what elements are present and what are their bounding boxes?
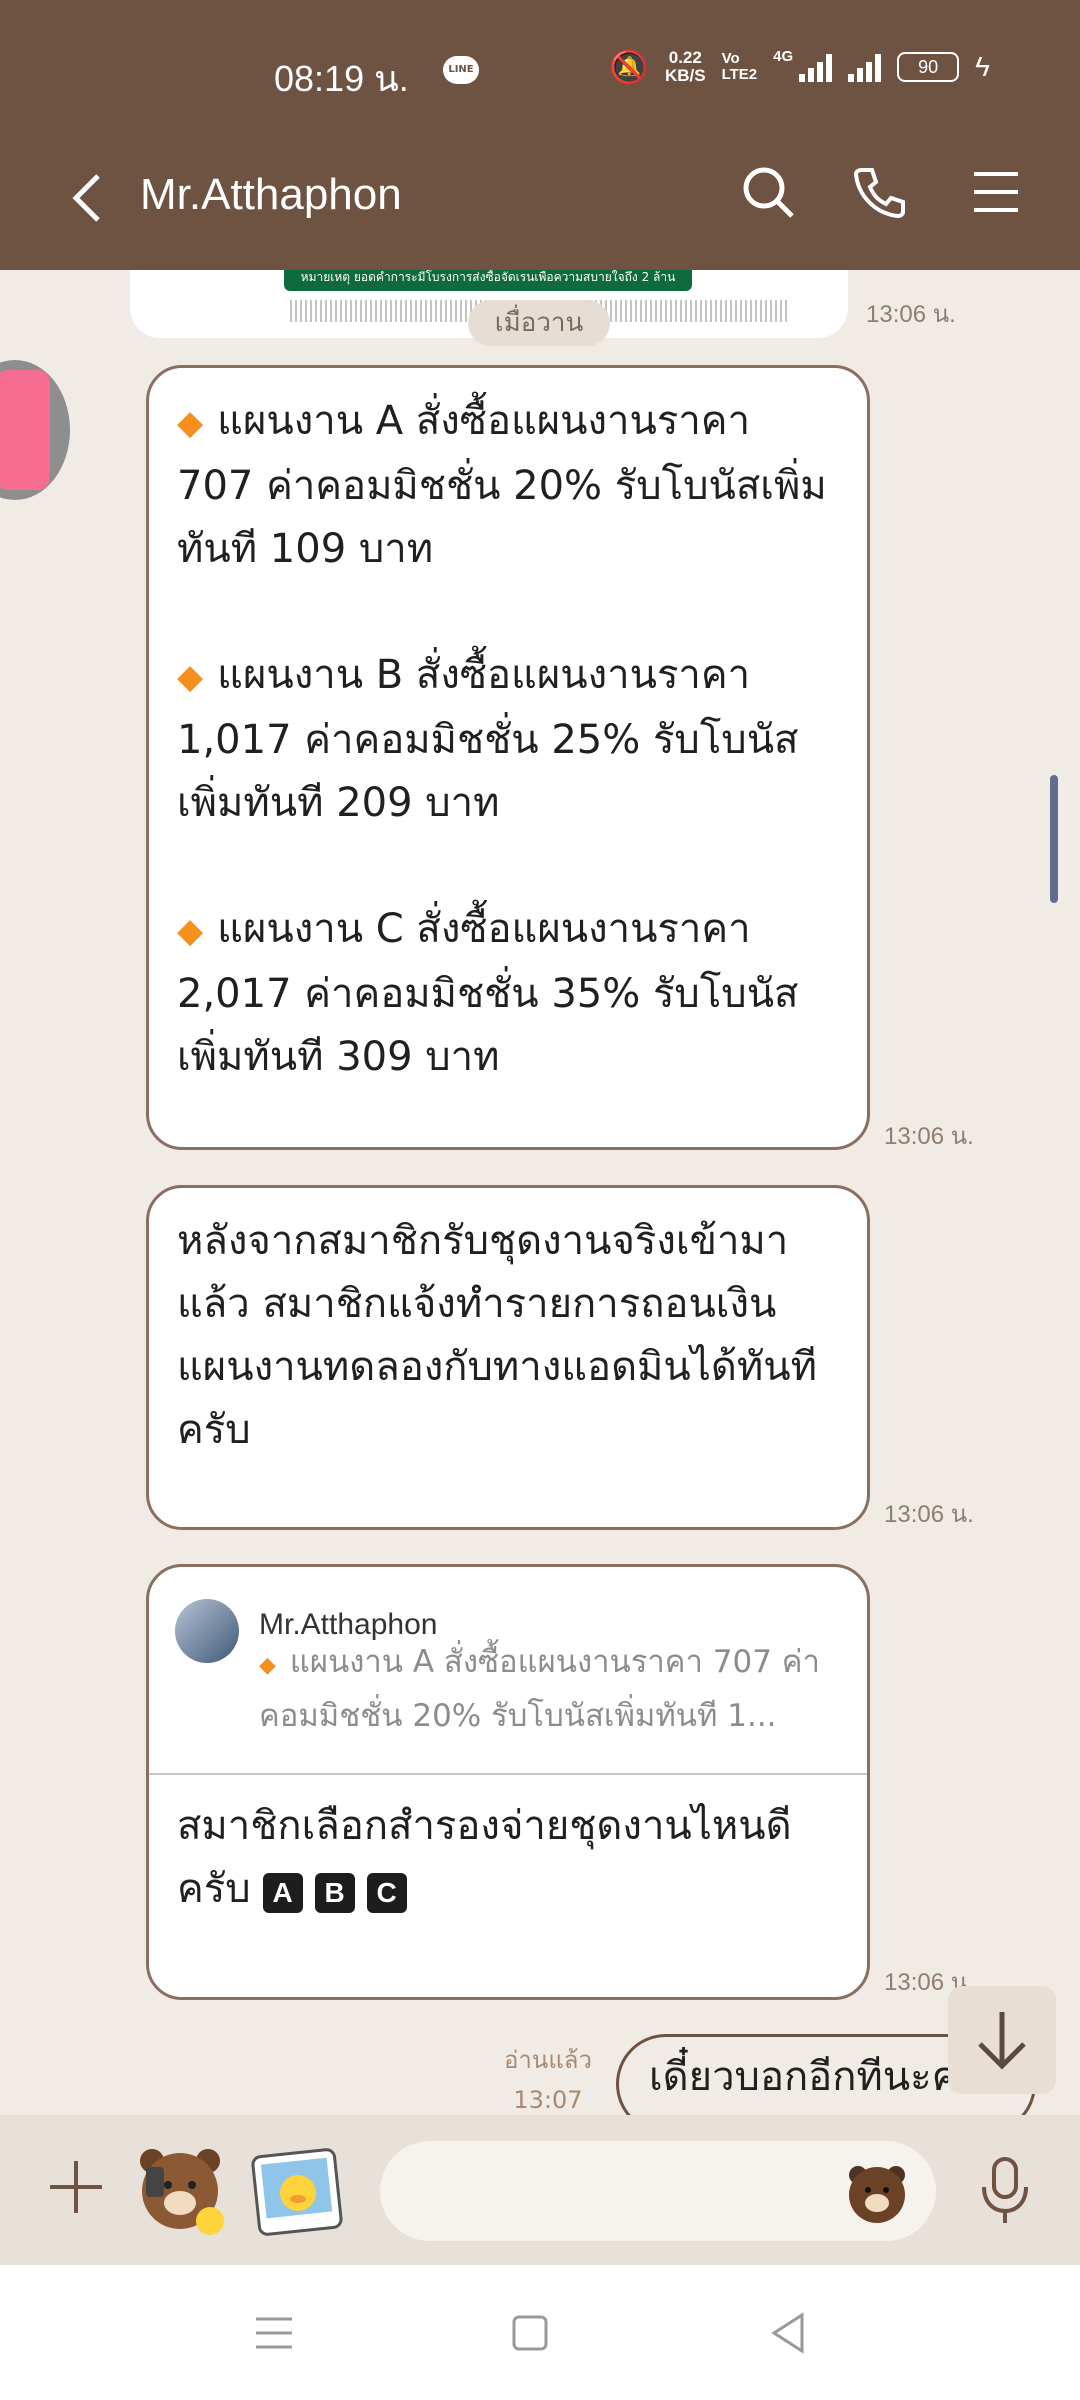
image-banner: หมายเหตุ ยอดคำการะมีโบรงการส่งซื้อจัดเรน… <box>284 270 692 291</box>
reply-message[interactable]: Mr.Atthaphon ◆ แผนงาน A สั่งซื้อแผนงานราค… <box>146 1564 870 2000</box>
diamond-icon: ◆ <box>259 1653 276 1678</box>
home-icon[interactable] <box>502 2305 558 2361</box>
scroll-down-button[interactable] <box>948 1986 1056 2094</box>
back-nav-icon[interactable] <box>760 2305 816 2361</box>
quoted-text: ◆ แผนงาน A สั่งซื้อแผนงานราคา 707 ค่าคอมม… <box>259 1644 820 1734</box>
plus-icon[interactable] <box>44 2155 108 2219</box>
plans-message[interactable]: ◆ แผนงาน A สั่งซื้อแผนงานราคา 707 ค่าคอมม… <box>146 365 870 1150</box>
microphone-icon[interactable] <box>972 2155 1038 2225</box>
chat-area[interactable]: หมายเหตุ ยอดคำการะมีโบรงการส่งซื้อจัดเรน… <box>0 270 1080 2115</box>
status-bar: 08:19 น. LINE 🔕 0.22 KB/S Vo LTE2 4G 90 … <box>0 0 1080 130</box>
reply-text: สมาชิกเลือกสำรองจ่ายชุดงานไหนดีครับ A B C <box>177 1803 792 1913</box>
chat-header: Mr.Atthaphon <box>0 130 1080 270</box>
status-time: 08:19 น. <box>274 58 409 99</box>
network-speed: 0.22 KB/S <box>664 48 706 85</box>
line-notification-icon: LINE <box>443 56 479 84</box>
battery-icon: 90 <box>897 52 960 82</box>
avatar <box>175 1599 239 1663</box>
volte-indicator: Vo LTE2 <box>721 50 758 83</box>
diamond-icon: ◆ <box>177 657 204 697</box>
mute-icon: 🔕 <box>609 49 649 85</box>
status-icons: 🔕 0.22 KB/S Vo LTE2 4G 90 ϟ <box>609 48 990 86</box>
recent-apps-icon[interactable] <box>246 2305 302 2361</box>
message-timestamp: 13:06 น. <box>866 301 956 328</box>
quoted-message[interactable]: Mr.Atthaphon ◆ แผนงาน A สั่งซื้อแผนงานราค… <box>149 1567 867 1775</box>
chat-title: Mr.Atthaphon <box>140 170 402 219</box>
diamond-icon: ◆ <box>177 911 204 951</box>
key-a-icon: A <box>262 1873 303 1913</box>
key-c-icon: C <box>366 1873 407 1913</box>
charging-icon: ϟ <box>975 51 990 82</box>
read-receipt: อ่านแล้ว 13:07 น. <box>504 2046 592 2114</box>
plan-item: ◆ แผนงาน B สั่งซื้อแผนงานราคา 1,017 ค่าคอ… <box>177 652 799 826</box>
message-timestamp: 13:06 น. <box>884 1501 974 1528</box>
plan-item: ◆ แผนงาน A สั่งซื้อแผนงานราคา 707 ค่าคอมม… <box>177 398 827 572</box>
input-bar <box>0 2115 1080 2265</box>
emoji-icon[interactable] <box>842 2157 912 2227</box>
key-b-icon: B <box>314 1873 355 1913</box>
message-timestamp: 13:06 น. <box>884 1123 974 1150</box>
floating-search-bubble[interactable] <box>0 360 70 500</box>
phone-icon[interactable] <box>848 160 912 224</box>
withdraw-message[interactable]: หลังจากสมาชิกรับชุดงานจริงเข้ามาแล้ว สมา… <box>146 1185 870 1530</box>
system-nav-bar <box>0 2265 1080 2400</box>
gallery-icon[interactable] <box>250 2147 344 2237</box>
diamond-icon: ◆ <box>177 403 204 443</box>
menu-icon[interactable] <box>964 160 1028 224</box>
scrollbar[interactable] <box>1050 775 1058 903</box>
back-icon[interactable] <box>60 168 120 228</box>
date-separator: เมื่อวาน <box>468 300 610 346</box>
signal-icon <box>799 52 833 82</box>
search-icon[interactable] <box>736 160 800 224</box>
arrow-down-icon <box>978 2012 1026 2070</box>
network-type: 4G <box>773 48 794 65</box>
signal-icon <box>848 52 882 82</box>
plan-item: ◆ แผนงาน C สั่งซื้อแผนงานราคา 2,017 ค่าคอ… <box>177 906 799 1080</box>
floating-search-icon <box>0 370 50 490</box>
sticker-icon[interactable] <box>128 2137 232 2241</box>
